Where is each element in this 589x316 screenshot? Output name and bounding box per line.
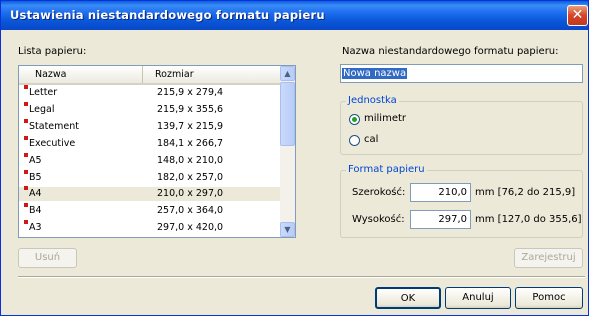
default-marker-icon [24, 135, 28, 140]
paper-list-label: Lista papieru: [18, 46, 87, 57]
table-row[interactable]: Letter 215,9 x 279,4 [19, 85, 280, 100]
height-label: Wysokość: [352, 214, 405, 225]
chevron-up-icon: ▲ [284, 69, 291, 78]
radio-inch[interactable] [349, 135, 360, 146]
list-header: Nazwa Rozmiar [19, 66, 280, 85]
paper-name: Letter [29, 87, 58, 98]
paper-list[interactable]: Nazwa Rozmiar Letter 215,9 x 279,4 Legal 21… [18, 65, 296, 238]
column-header-size-label: Rozmiar [155, 69, 194, 80]
custom-name-label: Nazwa niestandardowego formatu papieru: [342, 46, 559, 57]
paper-size: 139,7 x 215,9 [157, 120, 224, 132]
table-row[interactable]: B4 257,0 x 364,0 [19, 203, 280, 218]
paper-size: 257,0 x 364,0 [157, 205, 224, 217]
width-input[interactable]: 210,0 [410, 183, 471, 202]
dialog-window: Ustawienia niestandardowego formatu papi… [0, 0, 589, 316]
paper-size: 215,9 x 355,6 [157, 103, 224, 115]
default-marker-icon [24, 169, 28, 174]
table-row[interactable]: Legal 215,9 x 355,6 [19, 101, 280, 117]
default-marker-icon [24, 186, 28, 191]
paper-name: A5 [29, 154, 42, 166]
paper-size: 182,0 x 257,0 [157, 171, 224, 183]
radio-millimeter-label[interactable]: milimetr [364, 113, 406, 124]
column-header-name-label: Nazwa [35, 69, 67, 80]
default-marker-icon [24, 85, 28, 89]
paper-size: 148,0 x 210,0 [157, 154, 224, 166]
close-button[interactable]: ✕ [567, 5, 588, 26]
paper-name: B4 [29, 205, 42, 217]
default-marker-icon [24, 101, 28, 106]
save-button[interactable]: Zarejestruj [514, 248, 583, 268]
custom-name-input[interactable]: Nowa nazwa [340, 64, 583, 83]
window-title: Ustawienia niestandardowego formatu papi… [10, 8, 325, 22]
table-row[interactable]: A5 148,0 x 210,0 [19, 152, 280, 168]
height-input[interactable]: 297,0 [410, 210, 471, 229]
scroll-thumb[interactable] [280, 82, 295, 146]
paper-name: Legal [29, 103, 55, 115]
paper-format-legend: Format papieru [346, 164, 427, 175]
table-row[interactable]: A3 297,0 x 420,0 [19, 220, 280, 235]
paper-name: B5 [29, 171, 42, 183]
footer-separator [18, 276, 585, 278]
table-row[interactable]: B5 182,0 x 257,0 [19, 169, 280, 185]
radio-inch-label[interactable]: cal [364, 134, 378, 145]
paper-name: A3 [29, 222, 42, 234]
table-row[interactable]: Statement 139,7 x 215,9 [19, 118, 280, 134]
custom-name-value: Nowa nazwa [342, 68, 408, 79]
paper-name: A4 [29, 188, 42, 200]
paper-size: 215,9 x 279,4 [157, 87, 224, 98]
default-marker-icon [24, 203, 28, 208]
paper-size: 184,1 x 266,7 [157, 137, 224, 149]
units-group: Jednostka milimetr cal [340, 95, 583, 155]
paper-name: Statement [29, 120, 79, 132]
units-legend: Jednostka [346, 95, 399, 106]
cancel-button[interactable]: Anuluj [445, 287, 511, 309]
delete-button[interactable]: Usuń [18, 248, 77, 268]
list-scrollbar[interactable]: ▲ ▼ [280, 66, 295, 237]
table-row[interactable]: A4 210,0 x 297,0 [19, 186, 280, 202]
width-range: mm [76,2 do 215,9] [475, 187, 576, 198]
paper-name: Executive [29, 137, 76, 149]
chevron-down-icon: ▼ [284, 225, 291, 234]
radio-millimeter[interactable] [349, 114, 360, 125]
paper-size: 297,0 x 420,0 [157, 222, 224, 234]
column-header-size[interactable]: Rozmiar [143, 66, 280, 83]
paper-size: 210,0 x 297,0 [157, 188, 224, 200]
scroll-down-button[interactable]: ▼ [280, 222, 295, 237]
table-row[interactable]: Executive 184,1 x 266,7 [19, 135, 280, 151]
width-label: Szerokość: [352, 187, 406, 198]
column-header-name[interactable]: Nazwa [19, 66, 143, 83]
ok-button[interactable]: OK [375, 287, 441, 309]
height-range: mm [127,0 do 355,6] [475, 214, 582, 225]
scroll-up-button[interactable]: ▲ [280, 66, 295, 81]
default-marker-icon [24, 118, 28, 123]
default-marker-icon [24, 220, 28, 225]
close-icon: ✕ [571, 7, 584, 23]
default-marker-icon [24, 152, 28, 157]
paper-format-group: Format papieru Szerokość: 210,0 mm [76,2… [340, 164, 583, 238]
title-bar[interactable]: Ustawienia niestandardowego formatu papi… [1, 1, 588, 30]
help-button[interactable]: Pomoc [515, 287, 583, 309]
